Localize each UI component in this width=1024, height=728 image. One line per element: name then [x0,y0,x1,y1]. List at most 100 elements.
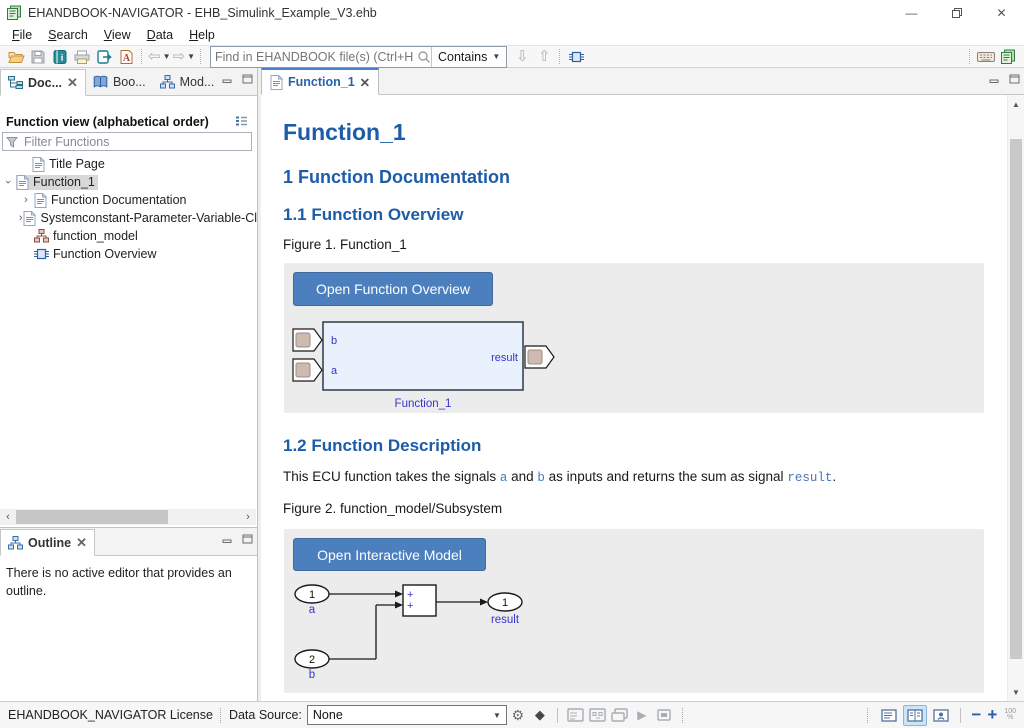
scroll-left-icon[interactable]: ‹ [0,509,16,525]
book-icon [93,75,108,89]
find-next-button[interactable]: ⇩ [512,47,532,67]
horizontal-scrollbar[interactable]: ‹ › [0,509,256,525]
scrollbar-thumb[interactable] [16,510,168,524]
split-view-toggle[interactable] [903,705,927,726]
minimize-window-button[interactable]: — [889,0,934,25]
tree-label: Systemconstant-Parameter-Variable-Cl [40,211,257,225]
function-tree: Title Page › Function_1 › Function Docum… [0,155,257,263]
button-label: Open Function Overview [316,281,470,297]
calibration-data-button[interactable]: ◆ [530,705,550,725]
tree-item-function-1[interactable]: › Function_1 [0,173,257,191]
export-pdf-button[interactable]: A [116,47,136,67]
experiment-grid-icon [589,708,606,722]
function-view-header: Function view (alphabetical order) [6,115,209,129]
single-view-toggle[interactable] [877,705,901,726]
close-icon[interactable]: ✕ [360,75,370,90]
svg-text:result: result [491,352,518,364]
ehandbook-button[interactable] [998,47,1018,67]
view-menu-icon[interactable] [235,115,248,127]
save-button[interactable] [28,47,48,67]
outline-icon [8,536,23,550]
back-button[interactable]: ⇦▼ [148,47,171,67]
tab-model-label: Mod... [180,75,215,89]
print-button[interactable] [72,47,92,67]
instrument-view-toggle[interactable] [929,705,953,726]
handbook-info-button[interactable]: i [50,47,70,67]
function-overview-toolbar-button[interactable] [566,47,586,67]
minimize-panel-button[interactable] [221,533,233,544]
tree-item-systemconstant[interactable]: › Systemconstant-Parameter-Variable-Cl [0,209,257,227]
tree-item-function-model[interactable]: function_model [0,227,257,245]
maximize-panel-button[interactable] [241,533,253,544]
close-window-button[interactable]: ✕ [979,0,1024,25]
experiment-view-3-button[interactable] [610,705,630,725]
function-block-diagram[interactable]: b a result Function_1 [284,311,984,411]
tab-doc-label: Doc... [28,76,62,90]
tree-item-title-page[interactable]: Title Page [0,155,257,173]
experiment-view-2-button[interactable] [588,705,608,725]
export-button[interactable] [94,47,114,67]
filter-functions-input[interactable] [22,134,248,150]
svg-text:result: result [491,614,520,626]
data-source-dropdown[interactable]: None ▼ [307,705,507,725]
figure2-panel: Open Interactive Model 1 a [284,529,984,693]
scroll-up-icon[interactable]: ▲ [1008,97,1024,111]
simulink-model-diagram[interactable]: 1 a 2 b + + 1 result [284,575,984,691]
document-view-panel: Doc... ✕ Boo... Mod... [0,68,258,528]
scroll-down-icon[interactable]: ▼ [1008,685,1024,699]
tree-label: Function Overview [53,247,157,261]
menu-search[interactable]: Search [40,27,96,44]
svg-text:+: + [407,600,413,612]
expander-open-icon[interactable]: › [2,174,14,190]
find-input[interactable] [211,49,417,65]
tab-models[interactable]: Mod... [153,68,222,95]
tab-outline[interactable]: Outline ✕ [0,529,95,556]
filter-icon [6,136,18,148]
tree-item-function-documentation[interactable]: › Function Documentation [0,191,257,209]
menu-help[interactable]: Help [181,27,223,44]
scrollbar-thumb[interactable] [1010,139,1022,659]
data-source-label: Data Source: [229,708,302,722]
search-mode-dropdown[interactable]: Contains ▼ [431,47,506,67]
zoom-in-button[interactable]: + [984,705,1000,725]
open-file-button[interactable] [6,47,26,67]
toolbar-separator [200,49,202,64]
back-arrow-icon: ⇦ [148,49,161,64]
section-heading: 1 Function Documentation [283,167,510,188]
expander-closed-icon[interactable]: › [18,194,34,206]
maximize-panel-button[interactable] [241,73,253,84]
search-icon [417,50,431,64]
scroll-right-icon[interactable]: › [240,509,256,525]
back-dropdown-icon: ▼ [163,52,171,61]
split-view-icon [907,709,923,722]
editor-tab-function-1[interactable]: Function_1 ✕ [261,68,379,95]
menu-view[interactable]: View [96,27,139,44]
start-measurement-button[interactable]: ▶ [632,705,652,725]
open-function-overview-button[interactable]: Open Function Overview [293,272,493,306]
minimize-panel-button[interactable] [988,73,1000,84]
tree-item-function-overview[interactable]: Function Overview [0,245,257,263]
vertical-scrollbar[interactable]: ▲ ▼ [1007,95,1024,701]
zoom-out-button[interactable]: − [968,705,984,725]
shortcuts-button[interactable] [976,47,996,67]
find-previous-button[interactable]: ⇧ [534,47,554,67]
tab-bookmarks[interactable]: Boo... [86,68,153,95]
stop-measurement-button[interactable] [654,705,674,725]
maximize-panel-button[interactable] [1008,73,1020,84]
main-area: Doc... ✕ Boo... Mod... [0,68,1024,701]
forward-button[interactable]: ⇨▼ [173,47,196,67]
section-heading: 1.1 Function Overview [283,205,463,225]
menu-file[interactable]: File [4,27,40,44]
open-interactive-model-button[interactable]: Open Interactive Model [293,538,486,571]
close-icon[interactable]: ✕ [76,536,87,549]
open-folder-icon [8,50,25,64]
tab-doc[interactable]: Doc... ✕ [0,69,86,96]
minimize-panel-button[interactable] [221,73,233,84]
menu-data[interactable]: Data [139,27,181,44]
document-icon [270,75,283,90]
zoom-100-indicator[interactable]: 100 % [1004,709,1016,721]
data-settings-button[interactable]: ⚙ [508,705,528,725]
close-icon[interactable]: ✕ [67,76,78,89]
restore-window-button[interactable] [934,0,979,25]
experiment-view-1-button[interactable] [566,705,586,725]
